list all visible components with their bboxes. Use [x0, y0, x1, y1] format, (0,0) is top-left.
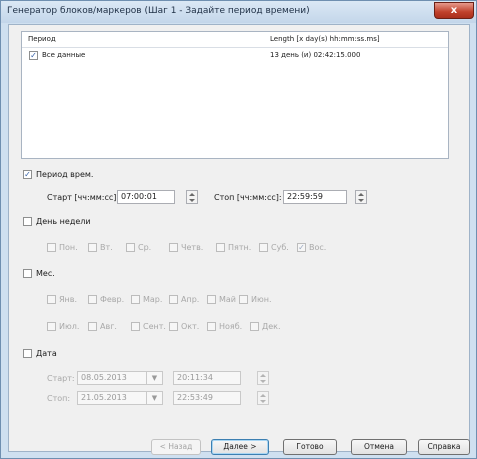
- month-aug-checkbox[interactable]: [88, 322, 97, 331]
- weekday-wed-label: Ср.: [138, 243, 152, 252]
- time-period-label: Период врем.: [36, 170, 94, 179]
- weekday-sat-label: Суб.: [271, 243, 289, 252]
- date-start-label: Старт:: [47, 374, 75, 383]
- month-jun-checkbox[interactable]: [239, 295, 248, 304]
- back-button[interactable]: < Назад: [151, 439, 201, 455]
- help-button[interactable]: Справка: [418, 439, 470, 455]
- stop-date-time-spinner[interactable]: [257, 391, 269, 405]
- start-date-dropdown[interactable]: ▼: [147, 371, 163, 385]
- month-apr-label: Апр.: [181, 295, 200, 304]
- cancel-button[interactable]: Отмена: [351, 439, 407, 455]
- month-dec-checkbox[interactable]: [250, 322, 259, 331]
- next-button[interactable]: Далее >: [211, 439, 269, 455]
- month-sep-label: Сент.: [143, 322, 166, 331]
- weekday-sun-checkbox[interactable]: [297, 243, 306, 252]
- weekday-sun-label: Вос.: [309, 243, 327, 252]
- period-list[interactable]: Период Length [x day(s) hh:mm:ss.ms] Все…: [21, 31, 449, 159]
- stop-time-input[interactable]: 22:59:59: [283, 190, 347, 204]
- weekday-thu-label: Четв.: [181, 243, 204, 252]
- row-length: 13 день (и) 02:42:15.000: [270, 51, 361, 59]
- month-oct-checkbox[interactable]: [169, 322, 178, 331]
- dialog-window: Генератор блоков/маркеров (Шаг 1 - Задай…: [0, 0, 477, 459]
- weekday-fri-label: Пятн.: [228, 243, 252, 252]
- list-row[interactable]: Все данные 13 день (и) 02:42:15.000: [22, 49, 448, 63]
- month-oct-label: Окт.: [181, 322, 200, 331]
- weekday-checkbox[interactable]: [23, 217, 32, 226]
- month-mar-label: Мар.: [143, 295, 163, 304]
- date-stop-label: Стоп:: [47, 394, 71, 403]
- column-header-period[interactable]: Период: [28, 35, 56, 43]
- month-dec-label: Дек.: [262, 322, 281, 331]
- stop-time-spinner[interactable]: [355, 190, 367, 204]
- month-nov-checkbox[interactable]: [207, 322, 216, 331]
- stop-time-label: Стоп [чч:мм:сс]:: [214, 193, 282, 202]
- weekday-tue-label: Вт.: [100, 243, 113, 252]
- row-period: Все данные: [42, 51, 86, 59]
- stop-date-time-input[interactable]: 22:53:49: [173, 391, 241, 405]
- row-checkbox[interactable]: [29, 51, 38, 60]
- month-jun-label: Июн.: [251, 295, 272, 304]
- date-label: Дата: [36, 349, 57, 358]
- title-bar[interactable]: Генератор блоков/маркеров (Шаг 1 - Задай…: [1, 1, 476, 23]
- stop-date-input[interactable]: 21.05.2013: [77, 391, 147, 405]
- finish-button[interactable]: Готово: [283, 439, 337, 455]
- month-jan-label: Янв.: [59, 295, 78, 304]
- weekday-mon-checkbox[interactable]: [47, 243, 56, 252]
- month-checkbox[interactable]: [23, 269, 32, 278]
- weekday-tue-checkbox[interactable]: [88, 243, 97, 252]
- start-date-time-spinner[interactable]: [257, 371, 269, 385]
- period-list-header: Период Length [x day(s) hh:mm:ss.ms]: [22, 32, 448, 48]
- month-feb-checkbox[interactable]: [88, 295, 97, 304]
- month-apr-checkbox[interactable]: [169, 295, 178, 304]
- start-date-input[interactable]: 08.05.2013: [77, 371, 147, 385]
- month-sep-checkbox[interactable]: [131, 322, 140, 331]
- time-period-checkbox[interactable]: [23, 170, 32, 179]
- start-time-input[interactable]: 07:00:01: [117, 190, 175, 204]
- month-jul-label: Июл.: [59, 322, 80, 331]
- weekday-thu-checkbox[interactable]: [169, 243, 178, 252]
- month-aug-label: Авг.: [100, 322, 117, 331]
- weekday-wed-checkbox[interactable]: [126, 243, 135, 252]
- window-title: Генератор блоков/маркеров (Шаг 1 - Задай…: [7, 6, 310, 16]
- start-time-spinner[interactable]: [186, 190, 198, 204]
- start-time-label: Старт [чч:мм:сс]:: [47, 193, 120, 202]
- month-feb-label: Февр.: [100, 295, 125, 304]
- month-may-checkbox[interactable]: [207, 295, 216, 304]
- month-nov-label: Нояб.: [219, 322, 243, 331]
- weekday-label: День недели: [36, 217, 91, 226]
- month-jul-checkbox[interactable]: [47, 322, 56, 331]
- weekday-sat-checkbox[interactable]: [259, 243, 268, 252]
- stop-date-dropdown[interactable]: ▼: [147, 391, 163, 405]
- date-checkbox[interactable]: [23, 349, 32, 358]
- start-date-time-input[interactable]: 20:11:34: [173, 371, 241, 385]
- month-mar-checkbox[interactable]: [131, 295, 140, 304]
- column-header-length[interactable]: Length [x day(s) hh:mm:ss.ms]: [270, 35, 380, 43]
- weekday-fri-checkbox[interactable]: [216, 243, 225, 252]
- month-jan-checkbox[interactable]: [47, 295, 56, 304]
- month-may-label: Май: [219, 295, 237, 304]
- month-label: Мес.: [36, 269, 55, 278]
- weekday-mon-label: Пон.: [59, 243, 78, 252]
- close-button[interactable]: x: [434, 2, 474, 19]
